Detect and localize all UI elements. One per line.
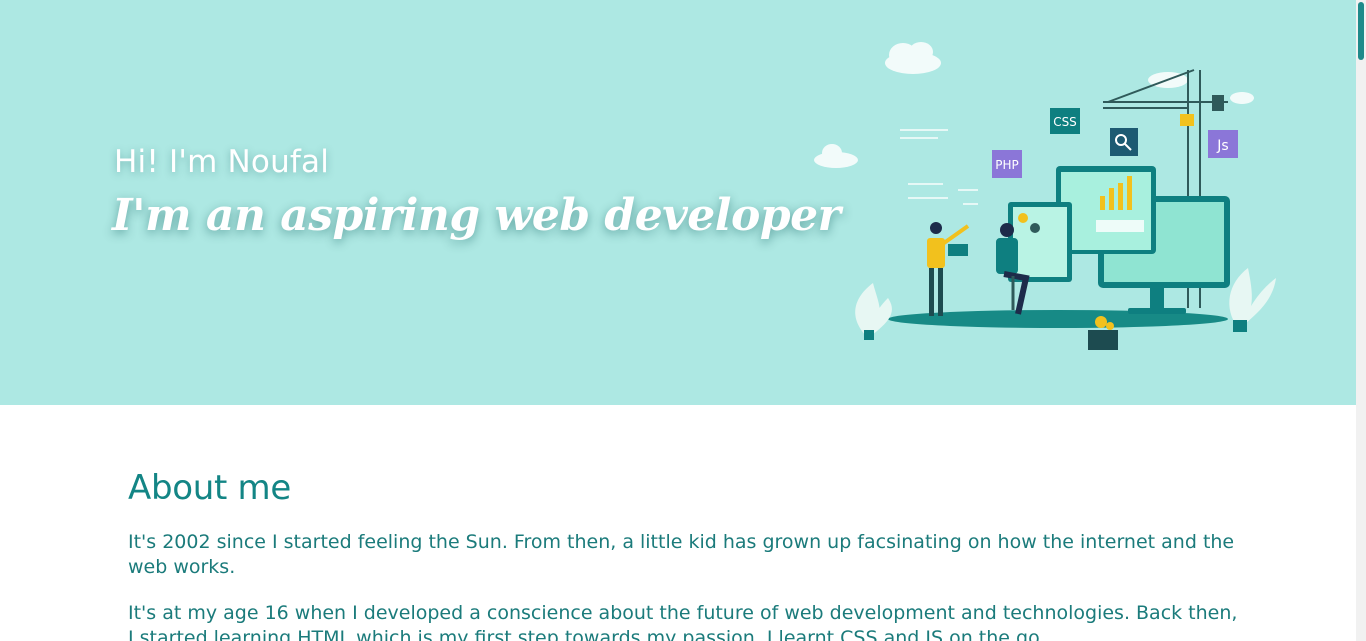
woman-figure (927, 222, 970, 316)
scrollbar-thumb[interactable] (1358, 2, 1364, 60)
svg-text:PHP: PHP (995, 158, 1019, 172)
web-developer-illustration: CSS PHP Js (814, 42, 1276, 350)
hero-greeting: Hi! I'm Noufal (114, 144, 330, 180)
about-title: About me (128, 468, 291, 508)
about-paragraph-1: It's 2002 since I started feeling the Su… (128, 531, 1235, 578)
css-badge: CSS (1050, 108, 1080, 134)
vertical-scrollbar[interactable] (1356, 0, 1366, 641)
js-badge: Js (1208, 130, 1238, 158)
about-paragraph-2: It's at my age 16 when I developed a con… (128, 602, 1238, 641)
about-section: About me It's 2002 since I started feeli… (128, 468, 1238, 641)
hero-banner: Hi! I'm Noufal I'm an aspiring web devel… (0, 0, 1356, 405)
decorative-lines (900, 129, 978, 205)
svg-text:Js: Js (1216, 138, 1228, 154)
hero-tagline: I'm an aspiring web developer (112, 190, 841, 241)
php-badge: PHP (992, 150, 1022, 178)
svg-text:CSS: CSS (1053, 115, 1077, 129)
search-icon (1110, 128, 1138, 156)
